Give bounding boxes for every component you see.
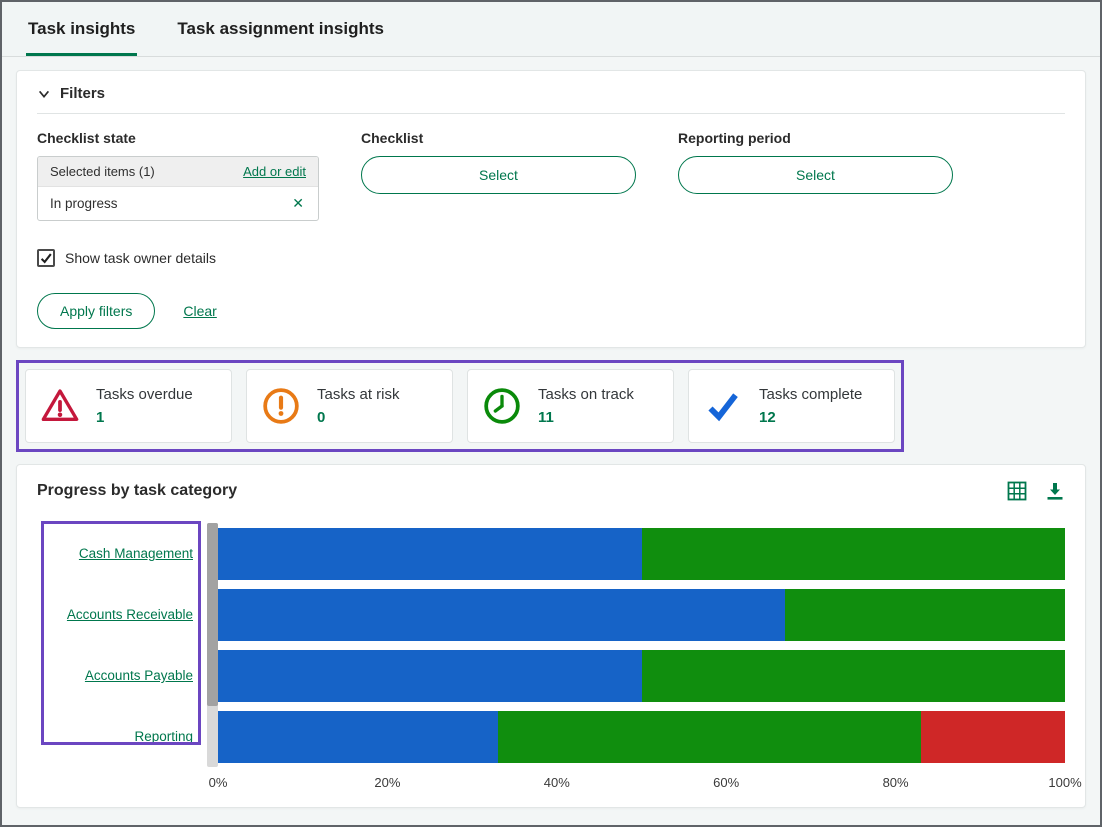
stat-card-tasks-on-track: Tasks on track 11	[467, 369, 674, 443]
checkbox-label: Show task owner details	[65, 250, 216, 266]
reporting-period-select-button[interactable]: Select	[678, 156, 953, 194]
stat-value: 11	[538, 409, 554, 426]
highlight-box-stat-cards: Tasks overdue 1 Tasks at risk 0 Tasks on…	[16, 360, 904, 452]
stat-value: 12	[759, 409, 776, 426]
checklist-select-button[interactable]: Select	[361, 156, 636, 194]
stacked-bar	[218, 527, 1065, 580]
progress-panel-title: Progress by task category	[37, 482, 238, 499]
bar-segment	[218, 710, 498, 763]
clock-icon	[482, 386, 522, 426]
stat-label: Tasks at risk	[317, 386, 400, 403]
page: Task insights Task assignment insights F…	[2, 2, 1100, 821]
apply-filters-button[interactable]: Apply filters	[37, 293, 156, 329]
filters-title: Filters	[60, 85, 106, 102]
checklist-label: Checklist	[361, 130, 424, 146]
stat-label: Tasks on track	[538, 386, 634, 403]
bar-segment	[218, 649, 642, 702]
category-link[interactable]: Reporting	[134, 729, 193, 744]
selected-filter-value: In progress	[50, 196, 118, 211]
stat-label: Tasks complete	[759, 386, 863, 403]
axis-tick-label: 80%	[882, 775, 909, 790]
selected-items-count: Selected items (1)	[50, 164, 155, 179]
stat-card-tasks-at-risk: Tasks at risk 0	[246, 369, 453, 443]
tab-task-assignment-insights[interactable]: Task assignment insights	[175, 2, 386, 56]
checklist-state-box: Selected items (1) Add or edit In progre…	[37, 156, 319, 221]
add-or-edit-link[interactable]: Add or edit	[243, 164, 306, 179]
stat-label: Tasks overdue	[96, 386, 193, 403]
tab-bar: Task insights Task assignment insights	[2, 2, 1100, 57]
filters-panel: Filters Checklist state Selected items (…	[16, 70, 1086, 348]
exclamation-circle-icon	[261, 386, 301, 426]
chart-area: Cash Management Accounts Receivable Accoun…	[37, 521, 1065, 767]
stat-value: 0	[317, 409, 326, 426]
stat-value: 1	[96, 409, 105, 426]
reporting-period-label: Reporting period	[678, 130, 791, 146]
download-icon[interactable]	[1045, 481, 1065, 501]
show-task-owner-details-checkbox[interactable]: Show task owner details	[37, 249, 1065, 267]
bar-segment	[218, 527, 642, 580]
chevron-down-icon	[37, 87, 51, 101]
chart-scrollbar-thumb[interactable]	[207, 523, 218, 706]
bar-segment	[785, 588, 1065, 641]
filters-collapse-header[interactable]: Filters	[37, 85, 1065, 102]
bar-segment	[641, 527, 1065, 580]
chart-axis: 0% 20% 40% 60% 80% 100%	[209, 771, 1082, 793]
chart-bars	[218, 523, 1065, 767]
bar-segment	[497, 710, 921, 763]
stat-card-tasks-complete: Tasks complete 12	[688, 369, 895, 443]
stacked-bar	[218, 710, 1065, 763]
main-content: Filters Checklist state Selected items (…	[2, 57, 1100, 821]
axis-tick-label: 20%	[374, 775, 401, 790]
category-link[interactable]: Cash Management	[79, 546, 193, 561]
table-icon[interactable]	[1007, 481, 1027, 501]
check-icon	[703, 386, 743, 426]
category-link[interactable]: Accounts Receivable	[67, 607, 193, 622]
stacked-bar	[218, 588, 1065, 641]
warning-triangle-icon	[40, 386, 80, 426]
checklist-state-label: Checklist state	[37, 130, 136, 146]
stacked-bar	[218, 649, 1065, 702]
bar-segment	[641, 649, 1065, 702]
axis-tick-label: 100%	[1048, 775, 1082, 790]
remove-filter-icon[interactable]: ✕	[290, 195, 306, 212]
clear-link[interactable]: Clear	[183, 303, 216, 319]
axis-tick-label: 0%	[208, 775, 228, 790]
checkbox-checked-icon	[37, 249, 55, 267]
bar-segment	[921, 710, 1065, 763]
axis-tick-label: 40%	[543, 775, 570, 790]
category-link[interactable]: Accounts Payable	[85, 668, 193, 683]
axis-tick-label: 60%	[713, 775, 740, 790]
chart-scrollbar[interactable]	[207, 523, 218, 767]
stat-card-tasks-overdue: Tasks overdue 1	[25, 369, 232, 443]
bar-segment	[218, 588, 786, 641]
chart-labels: Cash Management Accounts Receivable Accoun…	[37, 523, 207, 767]
tab-task-insights[interactable]: Task insights	[26, 2, 138, 56]
progress-panel: Progress by task category Cash Managemen…	[16, 464, 1086, 808]
selected-filter-chip: In progress ✕	[38, 187, 318, 220]
